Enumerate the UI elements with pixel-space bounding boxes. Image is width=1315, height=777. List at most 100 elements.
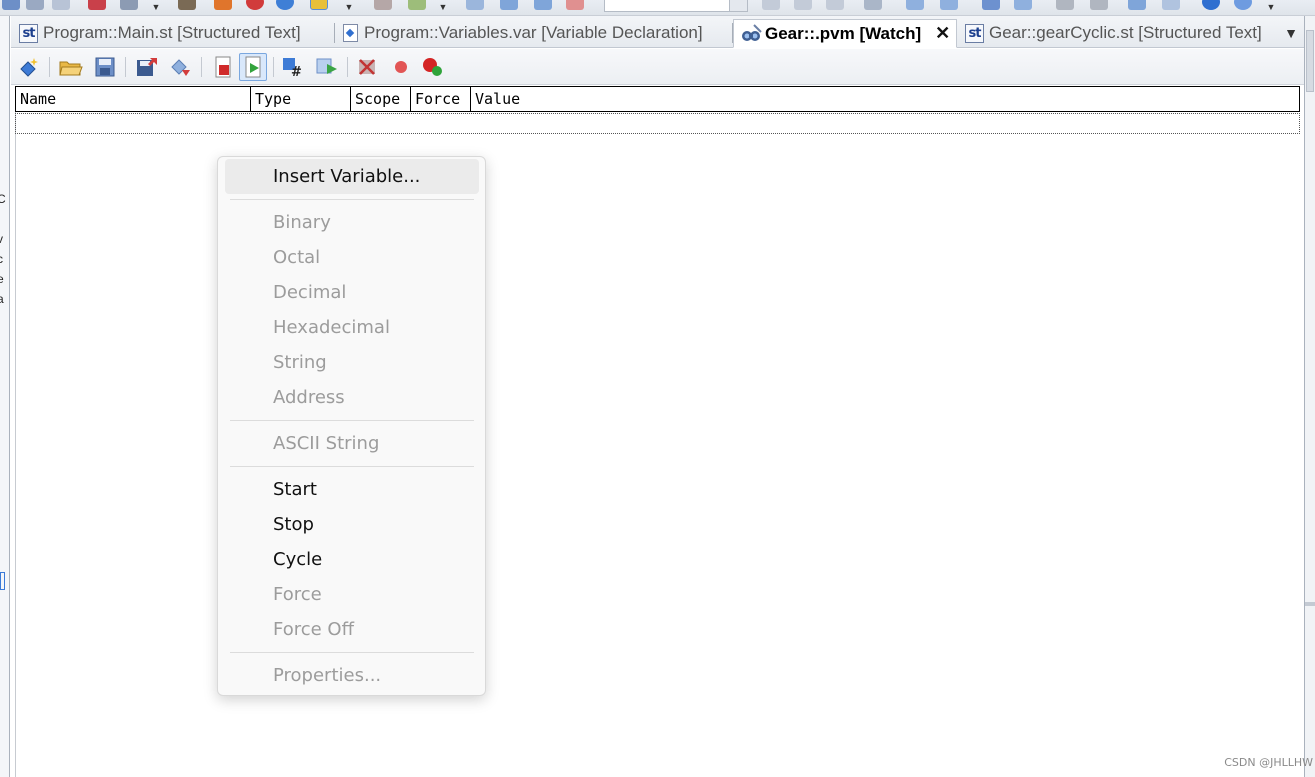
toolbar-icon[interactable] (534, 0, 552, 10)
toolbar-overflow-icon[interactable]: ▼ (438, 0, 448, 14)
toolbar-icon[interactable] (826, 0, 844, 10)
toolbar-icon[interactable] (500, 0, 518, 10)
tab-program-main[interactable]: st Program::Main.st [Structured Text] (13, 19, 335, 47)
column-header-force[interactable]: Force (411, 87, 471, 111)
tab-program-variables[interactable]: Program::Variables.var [Variable Declara… (337, 19, 733, 47)
tab-gear-watch[interactable]: Gear::.pvm [Watch] ✕ (733, 19, 957, 48)
menu-item-binary[interactable]: Binary (225, 205, 479, 240)
play-grid-icon (316, 58, 337, 74)
watch-grid-header: Name Type Scope Force Value (15, 86, 1300, 112)
toolbar-icon[interactable] (214, 0, 232, 10)
toolbar-overflow-icon[interactable]: ▼ (151, 0, 161, 14)
toolbar-icon[interactable] (1056, 0, 1074, 10)
menu-item-cycle[interactable]: Cycle (225, 542, 479, 577)
right-pane-scrollbar[interactable] (1306, 30, 1314, 92)
toolbar-overflow-icon[interactable]: ▼ (1266, 0, 1276, 14)
toolbar-icon[interactable] (466, 0, 484, 10)
context-menu: Insert Variable... Binary Octal Decimal … (217, 156, 486, 696)
toolbar-icon[interactable] (1234, 0, 1252, 10)
right-pane-splitter[interactable] (1305, 602, 1315, 606)
toolbar-icon[interactable] (794, 0, 812, 10)
open-button[interactable] (57, 53, 85, 81)
diamond-arrow-icon (171, 59, 190, 76)
diamond-arrow-button[interactable] (167, 53, 195, 81)
delete-button[interactable] (353, 53, 381, 81)
toolbar-icon[interactable] (374, 0, 392, 10)
watch-icon (742, 23, 762, 41)
toolbar-icon[interactable] (864, 0, 882, 10)
new-variable-button[interactable] (15, 53, 43, 81)
toolbar-icon[interactable] (26, 0, 44, 10)
toolbar-icon[interactable] (1202, 0, 1220, 10)
hash-format-icon: # (283, 58, 302, 78)
menu-item-stop[interactable]: Stop (225, 507, 479, 542)
menu-item-address[interactable]: Address (225, 380, 479, 415)
menu-item-start[interactable]: Start (225, 472, 479, 507)
toolbar-icon[interactable] (246, 0, 264, 10)
menu-separator (230, 466, 474, 467)
toolbar-icon[interactable] (1014, 0, 1032, 10)
toolbar-icon[interactable] (120, 0, 138, 10)
menu-item-insert-variable[interactable]: Insert Variable... (225, 159, 479, 194)
toolbar-icon[interactable] (1162, 0, 1180, 10)
svg-text:#: # (291, 65, 302, 78)
menu-item-ascii-string[interactable]: ASCII String (225, 426, 479, 461)
toolbar-icon[interactable] (906, 0, 924, 10)
column-header-scope[interactable]: Scope (351, 87, 411, 111)
left-pane-text: v (0, 232, 3, 246)
left-pane-text: c (0, 252, 3, 266)
tab-label: Program::Main.st [Structured Text] (43, 23, 301, 42)
toolbar-icon[interactable] (1090, 0, 1108, 10)
record-button[interactable] (387, 53, 415, 81)
document-stop-icon (215, 56, 231, 78)
column-header-value[interactable]: Value (471, 87, 1299, 111)
document-play-icon (245, 56, 261, 78)
watch-list-area[interactable] (15, 112, 1304, 777)
menu-separator (230, 420, 474, 421)
menu-item-decimal[interactable]: Decimal (225, 275, 479, 310)
menu-item-hexadecimal[interactable]: Hexadecimal (225, 310, 479, 345)
stop-watch-button[interactable] (209, 53, 237, 81)
left-pane-text: a (0, 292, 4, 306)
toolbar-icon[interactable] (408, 0, 426, 10)
left-pane-selection[interactable] (0, 572, 5, 590)
toolbar-icon[interactable] (178, 0, 196, 10)
menu-item-string[interactable]: String (225, 345, 479, 380)
table-row[interactable] (15, 113, 1300, 134)
menu-item-octal[interactable]: Octal (225, 240, 479, 275)
toolbar-icon[interactable] (276, 0, 294, 10)
toolbar-icon[interactable] (88, 0, 106, 10)
toolbar-icon[interactable] (310, 0, 328, 10)
toolbar-icon[interactable] (940, 0, 958, 10)
start-watch-button[interactable] (239, 53, 267, 81)
toolbar-icon[interactable] (2, 0, 20, 10)
menu-separator (230, 652, 474, 653)
menu-item-force-off[interactable]: Force Off (225, 612, 479, 647)
tab-label: Gear::.pvm [Watch] (765, 23, 922, 43)
toolbar-icon[interactable] (1128, 0, 1146, 10)
left-pane-text: e (0, 272, 4, 286)
st-file-icon: st (965, 23, 984, 43)
toolbar-overflow-icon[interactable]: ▼ (344, 0, 354, 14)
left-side-pane: C v c e a (0, 16, 10, 777)
tab-gear-cyclic[interactable]: st Gear::gearCyclic.st [Structured Text] (959, 19, 1269, 47)
save-button[interactable] (91, 53, 119, 81)
save-as-button[interactable] (133, 53, 161, 81)
editor-tab-bar: st Program::Main.st [Structured Text] Pr… (11, 16, 1304, 48)
toolbar-icon[interactable] (762, 0, 780, 10)
close-icon[interactable]: ✕ (935, 23, 950, 44)
menu-item-force[interactable]: Force (225, 577, 479, 612)
hex-format-button[interactable]: # (279, 53, 307, 81)
toolbar-icon[interactable] (566, 0, 584, 10)
menu-item-properties[interactable]: Properties... (225, 658, 479, 693)
column-header-name[interactable]: Name (16, 87, 251, 111)
main-toolbar-strip: ▼ ▼ ▼ ▼ (0, 0, 1315, 16)
column-header-type[interactable]: Type (251, 87, 351, 111)
refresh-button[interactable] (313, 53, 341, 81)
breakpoint-button[interactable] (419, 53, 447, 81)
toolbar-icon[interactable] (52, 0, 70, 10)
toolbar-combo[interactable] (604, 0, 748, 12)
chevron-down-icon[interactable]: ▼ (1284, 25, 1298, 41)
red-green-dots-icon (423, 58, 442, 76)
toolbar-icon[interactable] (982, 0, 1000, 10)
